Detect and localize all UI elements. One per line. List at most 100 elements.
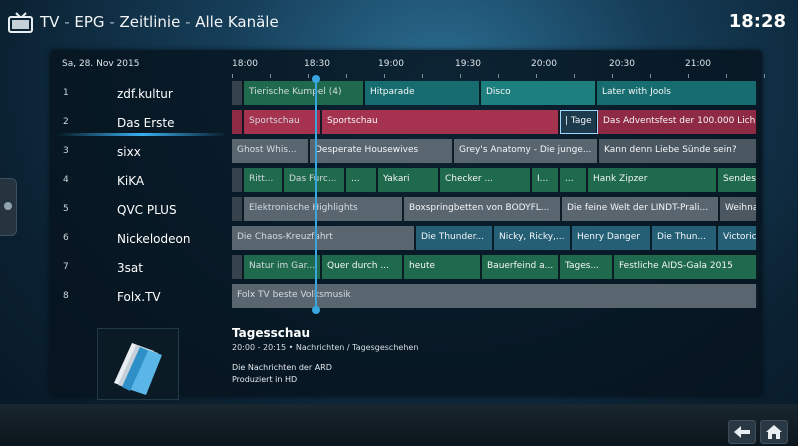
program-cell[interactable]: Kann denn Liebe Sünde sein? [599,139,758,163]
ruler-tick [384,74,385,78]
document-icon [114,343,162,395]
program-title: Die Chaos-Kreuzfahrt [237,232,333,242]
program-cell[interactable]: Tages... [560,255,614,279]
program-cell[interactable] [232,81,244,105]
program-cell[interactable]: Bauerfeind a... [482,255,560,279]
channel-row[interactable]: 1 zdf.kultur [57,81,227,107]
channel-number: 8 [63,291,69,301]
breadcrumb-alle-kanaele: Alle Kanäle [195,13,279,31]
program-cell[interactable]: Festliche AIDS-Gala 2015 [614,255,758,279]
program-detail-description: Die Nachrichten der ARD [232,363,332,372]
program-title: Ghost Whis... [237,145,297,155]
program-title: Sportschau [327,116,378,126]
header-bar: TV - EPG - Zeitlinie - Alle Kanäle 18:28 [0,0,798,50]
program-cell[interactable]: ... [346,168,378,192]
program-cell[interactable]: heute [404,255,482,279]
channel-number: 7 [63,262,69,272]
program-cell[interactable]: Boxspringbetten von BODYFL... [404,197,562,221]
program-title: Sportschau [249,116,300,126]
program-cell[interactable]: Elektronische Highlights [244,197,404,221]
program-cell[interactable]: Tierische Kumpel (4) [244,81,365,105]
back-button[interactable] [728,420,756,444]
channel-row[interactable]: 6 Nickelodeon [57,226,227,252]
program-title: Henry Danger [577,232,640,242]
ruler-tick [498,74,499,78]
channel-row[interactable]: 4 KiKA [57,168,227,194]
program-cell[interactable]: Checker ... [440,168,532,192]
tv-icon [8,12,34,34]
program-cell[interactable]: Grey's Anatomy - Die junge... [454,139,599,163]
breadcrumb-zeitlinie: Zeitlinie [119,13,181,31]
program-cell[interactable]: Ghost Whis... [232,139,310,163]
program-cell[interactable]: Ritt... [244,168,284,192]
program-cell[interactable]: I... [532,168,560,192]
program-cell[interactable]: Henry Danger [572,226,652,250]
program-title: Victoric [723,232,757,242]
channel-name: KiKA [117,174,145,188]
channel-number: 5 [63,204,69,214]
program-cell[interactable]: Weihna [720,197,758,221]
ruler-tick [308,74,309,78]
program-cell[interactable] [232,110,244,134]
program-cell[interactable]: Sportschau [244,110,322,134]
breadcrumb-epg: EPG [74,13,105,31]
ruler-tick [346,74,347,78]
program-row: Tierische Kumpel (4) Hitparade Disco Lat… [232,80,758,106]
program-cell[interactable]: Sendes [718,168,758,192]
program-cell[interactable]: Die feine Welt der LINDT-Prali... [562,197,720,221]
channel-row-selected[interactable]: 2 Das Erste [57,110,227,136]
program-detail-meta: 20:00 - 20:15 • Nachrichten / Tagesgesch… [232,343,419,352]
program-row: Folx TV beste Volksmusik [232,283,758,309]
channel-name: Folx.TV [117,290,161,304]
program-cell[interactable]: Later with Jools [597,81,758,105]
program-cell[interactable]: Natur im Gar... [244,255,322,279]
program-cell[interactable]: Hank Zipzer [588,168,718,192]
program-cell[interactable] [232,197,244,221]
channel-number: 1 [63,88,69,98]
program-cell[interactable]: Die Chaos-Kreuzfahrt [232,226,416,250]
program-row: Elektronische Highlights Boxspringbetten… [232,196,758,222]
current-time-line [315,78,317,310]
breadcrumb-tv: TV [40,13,60,31]
home-button[interactable] [760,420,788,444]
program-detail-description: Produziert in HD [232,375,298,384]
program-cell[interactable]: Folx TV beste Volksmusik [232,284,758,308]
program-cell[interactable]: Sportschau [322,110,560,134]
channel-row[interactable]: 7 3sat [57,255,227,281]
channel-row[interactable]: 5 QVC PLUS [57,197,227,223]
program-cell[interactable]: Die Thunder... [416,226,494,250]
channel-name: 3sat [117,261,143,275]
program-title: Checker ... [445,174,494,184]
channel-row[interactable]: 8 Folx.TV [57,284,227,310]
program-cell[interactable]: Desperate Housewives [310,139,454,163]
channel-number: 6 [63,233,69,243]
program-cell[interactable]: Das Adventsfest der 100.000 Lich [598,110,758,134]
channel-name: Das Erste [117,116,175,130]
program-title: Grey's Anatomy - Die junge... [459,145,592,155]
program-cell[interactable]: Disco [481,81,597,105]
program-detail-title: Tagesschau [232,326,311,340]
program-row: Natur im Gar... Quer durch ... heute Bau… [232,254,758,280]
program-cell[interactable]: Yakari [378,168,440,192]
channel-row[interactable]: 3 sixx [57,139,227,165]
program-cell[interactable] [232,255,244,279]
program-title: Hank Zipzer [593,174,648,184]
program-cell[interactable]: Quer durch ... [322,255,404,279]
program-cell[interactable] [232,168,244,192]
program-title: Nicky, Ricky,... [499,232,565,242]
program-cell[interactable]: ... [560,168,588,192]
program-cell[interactable]: Die Thun... [652,226,718,250]
program-cell-focused[interactable]: | Tage [560,110,598,134]
program-title: Yakari [383,174,410,184]
side-menu-handle[interactable] [0,178,17,236]
program-title: ... [351,174,360,184]
channel-name: QVC PLUS [117,203,177,217]
program-cell[interactable]: Victoric [718,226,758,250]
program-cell[interactable]: Nicky, Ricky,... [494,226,572,250]
program-title: Desperate Housewives [315,145,419,155]
program-title: Natur im Gar... [249,261,316,271]
breadcrumb: TV - EPG - Zeitlinie - Alle Kanäle [40,13,279,31]
channel-name: zdf.kultur [117,87,173,101]
channel-number: 2 [63,117,69,127]
program-cell[interactable]: Hitparade [365,81,481,105]
